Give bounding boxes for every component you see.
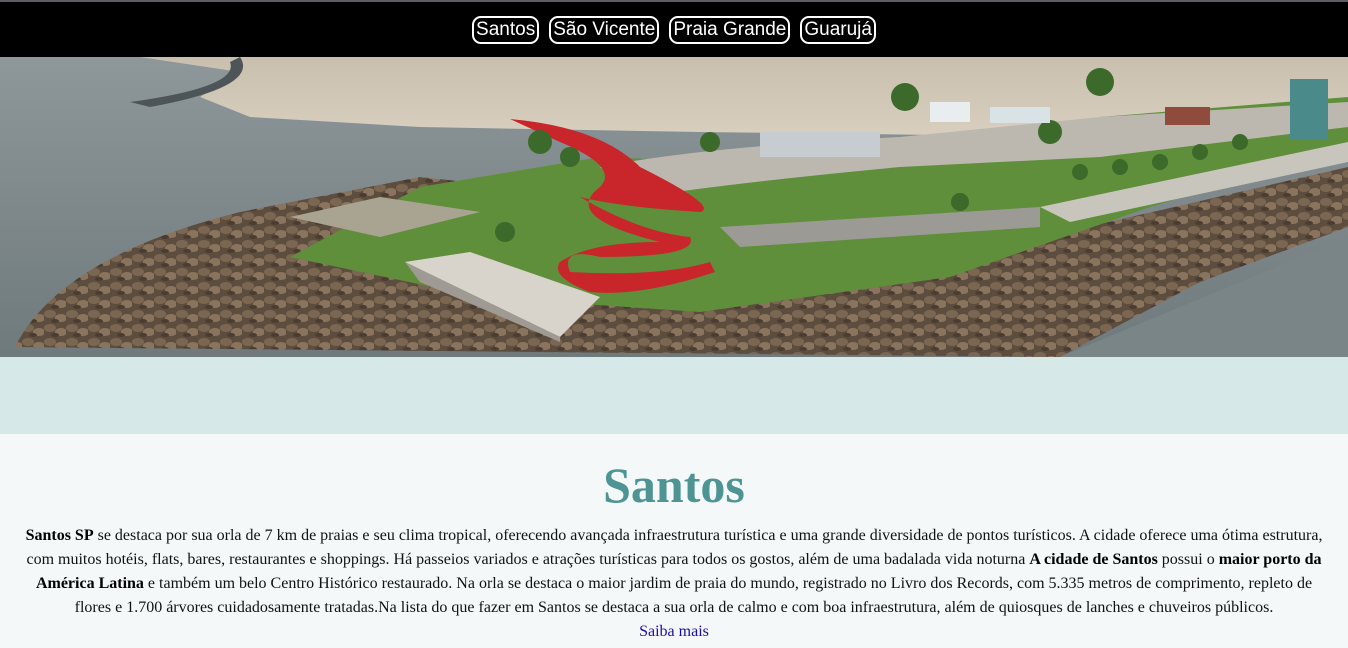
hero-band [0,357,1348,434]
text-part-2: possui o [1157,551,1219,568]
nav-praia-grande[interactable]: Praia Grande [669,15,791,44]
saiba-mais-link[interactable]: Saiba mais [18,620,1330,644]
bold-cidade-santos: A cidade de Santos [1029,551,1158,568]
nav-santos[interactable]: Santos [472,15,540,44]
hero-image [0,57,1348,357]
nav-sao-vicente[interactable]: São Vicente [549,15,660,44]
nav-guaruja[interactable]: Guarujá [800,15,876,44]
main-content: Santos Santos SP se destaca por sua orla… [0,455,1348,644]
top-nav: Santos São Vicente Praia Grande Guarujá [0,2,1348,57]
intro-paragraph: Santos SP se destaca por sua orla de 7 k… [18,524,1330,620]
hero-photo [0,57,1348,357]
page-title: Santos [603,457,745,513]
text-part-3: e também um belo Centro Histórico restau… [74,575,1313,616]
bold-santos-sp: Santos SP [25,527,94,544]
